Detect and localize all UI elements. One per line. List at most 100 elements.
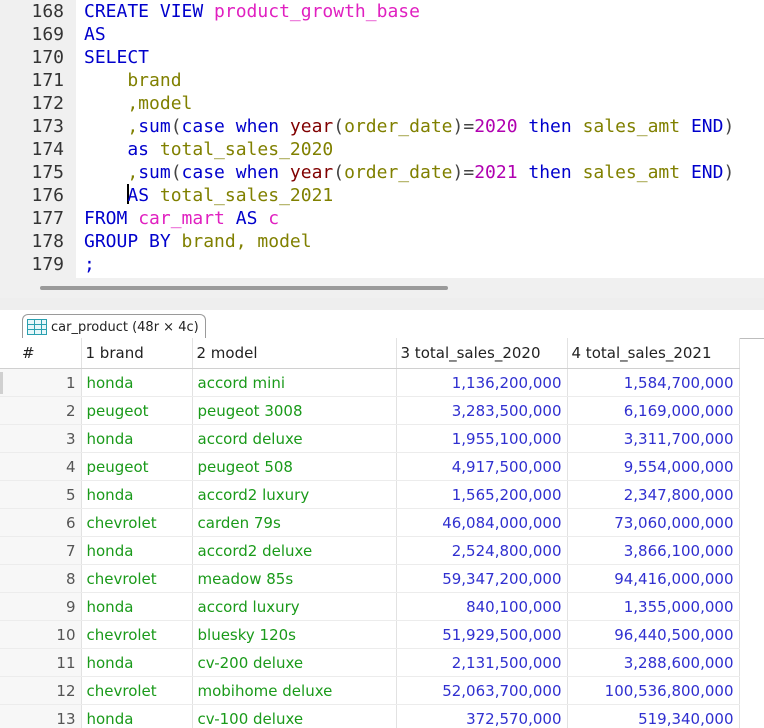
table-cell[interactable]: 100,536,800,000 [567,676,740,705]
table-cell[interactable]: chevrolet [81,508,193,537]
table-cell[interactable]: chevrolet [81,620,193,649]
table-row[interactable]: 2 peugeot peugeot 3008 3,283,500,000 6,169,0… [0,396,740,425]
table-cell[interactable]: carden 79s [192,508,397,537]
code-line[interactable]: 168 CREATE VIEW product_growth_base [0,0,764,23]
row-number-cell[interactable]: 6 [0,508,82,537]
table-cell[interactable]: 2,347,800,000 [567,480,740,509]
table-cell[interactable]: honda [81,536,193,565]
table-cell[interactable]: 372,570,000 [396,704,568,728]
table-cell[interactable]: 3,866,100,000 [567,536,740,565]
table-cell[interactable]: chevrolet [81,564,193,593]
table-cell[interactable]: 59,347,200,000 [396,564,568,593]
column-header[interactable]: 4 total_sales_2021 [567,338,740,369]
table-cell[interactable]: 51,929,500,000 [396,620,568,649]
editor-scrollbar-thumb[interactable] [40,286,448,290]
table-cell[interactable]: 1,955,100,000 [396,424,568,453]
row-number-cell[interactable]: 13 [0,704,82,728]
table-cell[interactable]: cv-100 deluxe [192,704,397,728]
result-grid[interactable]: #1 brand 2 model 3 total_sales_2020 4 total… [0,338,764,728]
table-cell[interactable]: 52,063,700,000 [396,676,568,705]
row-number-cell[interactable]: 1 [0,368,82,397]
row-number-cell[interactable]: 7 [0,536,82,565]
table-cell[interactable]: peugeot [81,452,193,481]
row-number-header[interactable]: # [0,338,82,369]
code-line[interactable]: 171 brand [0,69,764,92]
code-line[interactable]: 174 as total_sales_2020 [0,138,764,161]
code-line[interactable]: 178 GROUP BY brand, model [0,230,764,253]
table-cell[interactable]: peugeot 508 [192,452,397,481]
row-number-cell[interactable]: 2 [0,396,82,425]
table-cell[interactable]: accord2 deluxe [192,536,397,565]
column-header[interactable]: 3 total_sales_2020 [396,338,568,369]
table-cell[interactable]: honda [81,704,193,728]
table-cell[interactable]: 1,565,200,000 [396,480,568,509]
table-cell[interactable]: chevrolet [81,676,193,705]
row-number-cell[interactable]: 11 [0,648,82,677]
table-row[interactable]: 12 chevrolet mobihome deluxe 52,063,700,000… [0,676,740,705]
table-row[interactable]: 5 honda accord2 luxury 1,565,200,000 2,347,8… [0,480,740,509]
row-number-cell[interactable]: 9 [0,592,82,621]
table-cell[interactable]: peugeot 3008 [192,396,397,425]
table-cell[interactable]: cv-200 deluxe [192,648,397,677]
table-cell[interactable]: 1,355,000,000 [567,592,740,621]
table-cell[interactable]: accord2 luxury [192,480,397,509]
table-cell[interactable]: 519,340,000 [567,704,740,728]
table-cell[interactable]: honda [81,592,193,621]
table-cell[interactable]: 94,416,000,000 [567,564,740,593]
table-cell[interactable]: honda [81,648,193,677]
table-row[interactable]: 11 honda cv-200 deluxe 2,131,500,000 3,288,6… [0,648,740,677]
table-cell[interactable]: 2,524,800,000 [396,536,568,565]
table-cell[interactable]: 3,288,600,000 [567,648,740,677]
table-cell[interactable]: 1,136,200,000 [396,368,568,397]
table-row[interactable]: 7 honda accord2 deluxe 2,524,800,000 3,866,1… [0,536,740,565]
table-cell[interactable]: 840,100,000 [396,592,568,621]
table-row[interactable]: 10 chevrolet bluesky 120s 51,929,500,000 96,… [0,620,740,649]
table-cell[interactable]: 4,917,500,000 [396,452,568,481]
table-cell[interactable]: 6,169,000,000 [567,396,740,425]
row-number-cell[interactable]: 3 [0,424,82,453]
table-cell[interactable]: 73,060,000,000 [567,508,740,537]
table-row[interactable]: 9 honda accord luxury 840,100,000 1,355,000,… [0,592,740,621]
table-cell[interactable]: honda [81,368,193,397]
table-cell[interactable]: bluesky 120s [192,620,397,649]
code-token: car_mart [138,208,236,229]
table-cell[interactable]: honda [81,424,193,453]
table-row[interactable]: 13 honda cv-100 deluxe 372,570,000 519,340,0… [0,704,740,728]
code-line[interactable]: 176 AS total_sales_2021 [0,184,764,207]
table-cell[interactable]: 96,440,500,000 [567,620,740,649]
table-cell[interactable]: 3,283,500,000 [396,396,568,425]
table-cell[interactable]: 2,131,500,000 [396,648,568,677]
code-line[interactable]: 179; [0,253,764,276]
table-cell[interactable]: 46,084,000,000 [396,508,568,537]
column-header[interactable]: 2 model [192,338,397,369]
table-cell[interactable]: honda [81,480,193,509]
table-row[interactable]: 4 peugeot peugeot 508 4,917,500,000 9,554,00… [0,452,740,481]
row-number-cell[interactable]: 4 [0,452,82,481]
table-cell[interactable]: 9,554,000,000 [567,452,740,481]
table-row[interactable]: 8 chevrolet meadow 85s 59,347,200,000 94,416… [0,564,740,593]
table-row[interactable]: 1 honda accord mini 1,136,200,000 1,584,700,… [0,368,740,397]
table-cell[interactable]: peugeot [81,396,193,425]
table-cell[interactable]: 1,584,700,000 [567,368,740,397]
code-line[interactable]: 173 ,sum(case when year(order_date)=2020… [0,115,764,138]
table-cell[interactable]: accord deluxe [192,424,397,453]
code-line[interactable]: 169 AS [0,23,764,46]
table-cell[interactable]: 3,311,700,000 [567,424,740,453]
table-cell[interactable]: accord luxury [192,592,397,621]
table-row[interactable]: 6 chevrolet carden 79s 46,084,000,000 73,060… [0,508,740,537]
table-cell[interactable]: accord mini [192,368,397,397]
table-cell[interactable]: meadow 85s [192,564,397,593]
row-number-cell[interactable]: 12 [0,676,82,705]
column-header[interactable]: 1 brand [81,338,193,369]
code-line[interactable]: 172 ,model [0,92,764,115]
row-number-cell[interactable]: 8 [0,564,82,593]
code-line[interactable]: 170 SELECT [0,46,764,69]
row-number-cell[interactable]: 10 [0,620,82,649]
table-row[interactable]: 3 honda accord deluxe 1,955,100,000 3,311,70… [0,424,740,453]
row-number-cell[interactable]: 5 [0,480,82,509]
sql-editor[interactable]: 168 CREATE VIEW product_growth_base 169 AS 1… [0,0,764,278]
table-cell[interactable]: mobihome deluxe [192,676,397,705]
code-line[interactable]: 175 ,sum(case when year(order_date)=2021… [0,161,764,184]
result-tab-car-product[interactable]: car_product (48r × 4c) [22,314,206,339]
code-line[interactable]: 177 FROM car_mart AS c [0,207,764,230]
